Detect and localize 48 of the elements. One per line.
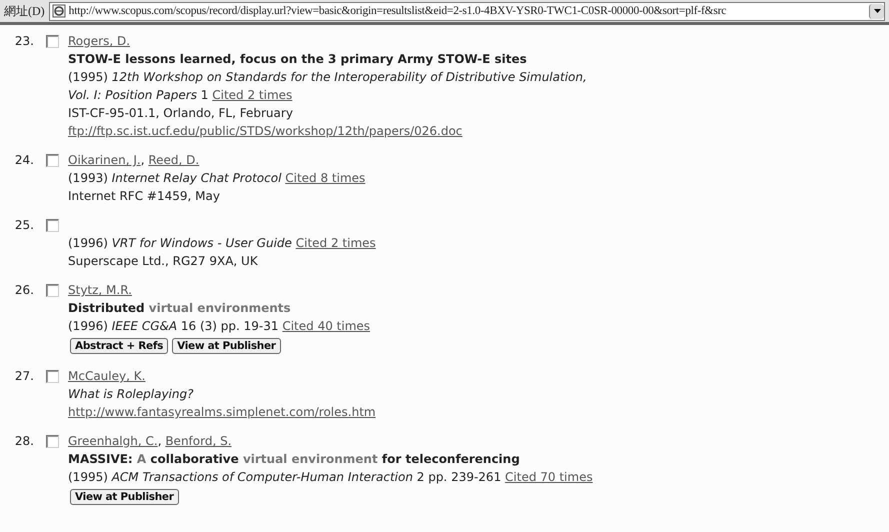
article-title: MASSIVE: A collaborative virtual environment for teleconferencing xyxy=(68,451,521,468)
select-checkbox[interactable] xyxy=(46,35,59,48)
url-link[interactable]: ftp://ftp.sc.ist.ucf.edu/public/STDS/workshop/12th/papers/026.doc xyxy=(68,124,462,138)
publisher-text: Superscape Ltd., RG27 9XA, UK xyxy=(68,253,259,270)
author-link[interactable]: Rogers, D. xyxy=(68,34,130,48)
cited-link[interactable]: Cited 2 times xyxy=(212,88,292,102)
article-title: What is Roleplaying? xyxy=(68,386,194,403)
reference-number: 26. xyxy=(14,282,35,299)
publisher-text: IST-CF-95-01.1, Orlando, FL, February xyxy=(68,105,294,122)
reference-number: 24. xyxy=(14,152,35,169)
select-checkbox[interactable] xyxy=(46,435,59,448)
author-link[interactable]: McCauley, K. xyxy=(68,369,146,383)
action-button[interactable]: View at Publisher xyxy=(172,338,281,354)
address-field[interactable]: http://www.scopus.com/scopus/record/display.url?view=basic&origin=resultslist&eid=2-s1.0-4BXV-YSR0-TWC1-C0SR-00000-00&sort=plf-f&src xyxy=(48,2,885,20)
article-title: STOW-E lessons learned, focus on the 3 primary Army STOW-E sites xyxy=(68,51,528,68)
source-text: (1993) Internet Relay Chat Protocol Cited 8 times xyxy=(68,170,366,187)
select-checkbox[interactable] xyxy=(46,154,59,167)
reference-number: 28. xyxy=(14,433,35,450)
select-checkbox[interactable] xyxy=(46,284,59,297)
reference-number: 25. xyxy=(14,217,35,234)
author-link[interactable]: Stytz, M.R. xyxy=(68,283,132,297)
author-link[interactable]: Benford, S. xyxy=(165,434,232,448)
cited-link[interactable]: Cited 70 times xyxy=(505,470,593,484)
separator-text: , xyxy=(158,434,163,448)
select-checkbox[interactable] xyxy=(46,219,59,232)
publisher-text: Internet RFC #1459, May xyxy=(68,188,221,205)
author-link[interactable]: Oikarinen, J. xyxy=(68,153,141,167)
source-text: (1995) 12th Workshop on Standards for the Interoperability of Distributive Simulation, Vol. I: Position Papers 1 Cited 2 times xyxy=(68,69,588,104)
browser-page-icon xyxy=(52,4,66,18)
source-text: (1996) IEEE CG&A 16 (3) pp. 19-31 Cited 40 times xyxy=(68,318,372,335)
cited-link[interactable]: Cited 2 times xyxy=(296,236,376,250)
separator-text: , xyxy=(140,153,146,167)
url-link[interactable]: http://www.fantasyrealms.simplenet.com/roles.htm xyxy=(68,405,376,419)
author-link[interactable]: Greenhalgh, C. xyxy=(68,434,158,448)
caret-icon xyxy=(874,9,880,13)
cited-link[interactable]: Cited 40 times xyxy=(282,319,370,333)
action-button[interactable]: Abstract + Refs xyxy=(70,338,168,354)
reference-number: 27. xyxy=(14,368,35,385)
article-title: Distributed virtual environments xyxy=(68,300,292,317)
source-text: (1996) VRT for Windows - User Guide Cited 2 times xyxy=(68,235,377,252)
cited-link[interactable]: Cited 8 times xyxy=(285,171,366,185)
reference-number: 23. xyxy=(14,33,35,50)
source-text: (1995) ACM Transactions of Computer-Human Interaction 2 pp. 239-261 Cited 70 times xyxy=(68,469,594,486)
author-link[interactable]: Reed, D. xyxy=(148,153,200,167)
dropdown-button[interactable] xyxy=(869,4,884,18)
select-checkbox[interactable] xyxy=(46,370,59,383)
action-button[interactable]: View at Publisher xyxy=(70,489,179,505)
address-label: 網址(D) xyxy=(4,2,45,20)
